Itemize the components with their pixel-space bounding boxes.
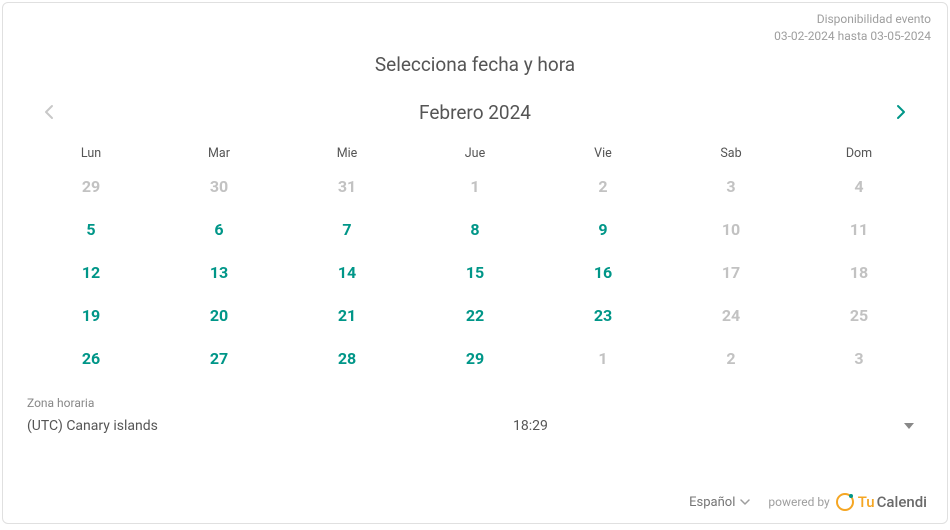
event-availability-range: 03-02-2024 hasta 03-05-2024 [774,28,931,45]
weekday-header: Mar [155,146,283,161]
date-available[interactable]: 23 [539,302,667,329]
brand-text-tu: Tu [858,493,875,511]
date-unavailable: 17 [667,259,795,286]
language-label: Español [689,495,735,510]
timezone-selector[interactable]: (UTC) Canary islands 18:29 [27,418,923,434]
date-available[interactable]: 21 [283,302,411,329]
brand-logo[interactable]: TuCalendi [836,493,927,511]
timezone-name: (UTC) Canary islands [27,418,158,434]
next-month-button[interactable] [887,98,915,126]
date-available[interactable]: 19 [27,302,155,329]
weekday-header: Mie [283,146,411,161]
brand-text-cal: Calendi [877,493,927,511]
date-unavailable: 3 [667,173,795,200]
date-available[interactable]: 13 [155,259,283,286]
date-available[interactable]: 12 [27,259,155,286]
timezone-time: 18:29 [158,418,903,434]
date-unavailable: 30 [155,173,283,200]
page-title: Selecciona fecha y hora [27,53,923,76]
chevron-right-icon [896,104,906,120]
weekday-header: Vie [539,146,667,161]
date-grid: 2930311234567891011121314151617181920212… [27,173,923,372]
date-available[interactable]: 7 [283,216,411,243]
timezone-label: Zona horaria [27,396,923,410]
date-unavailable: 1 [411,173,539,200]
weekday-header: Sab [667,146,795,161]
date-unavailable: 25 [795,302,923,329]
month-navigation: Febrero 2024 [27,98,923,126]
date-available[interactable]: 27 [155,345,283,372]
prev-month-button[interactable] [35,98,63,126]
date-unavailable: 24 [667,302,795,329]
date-unavailable: 18 [795,259,923,286]
chevron-down-icon [740,499,750,505]
date-available[interactable]: 29 [411,345,539,372]
date-unavailable: 2 [539,173,667,200]
chevron-left-icon [44,104,54,120]
date-available[interactable]: 20 [155,302,283,329]
date-unavailable: 1 [539,345,667,372]
timezone-section: Zona horaria (UTC) Canary islands 18:29 [27,396,923,434]
date-available[interactable]: 14 [283,259,411,286]
month-title: Febrero 2024 [419,101,531,124]
date-available[interactable]: 6 [155,216,283,243]
language-selector[interactable]: Español [689,495,750,510]
weekday-header: Jue [411,146,539,161]
date-unavailable: 3 [795,345,923,372]
weekday-header: Lun [27,146,155,161]
powered-by-label: powered by [768,495,829,509]
date-unavailable: 11 [795,216,923,243]
date-available[interactable]: 16 [539,259,667,286]
date-available[interactable]: 26 [27,345,155,372]
dropdown-arrow-icon [903,420,915,432]
weekday-header: Dom [795,146,923,161]
brand-icon [836,493,854,511]
date-unavailable: 31 [283,173,411,200]
date-unavailable: 29 [27,173,155,200]
date-unavailable: 4 [795,173,923,200]
event-availability-label: Disponibilidad evento [774,11,931,28]
event-availability: Disponibilidad evento 03-02-2024 hasta 0… [774,11,931,45]
weekday-header-row: LunMarMieJueVieSabDom [27,146,923,161]
date-available[interactable]: 22 [411,302,539,329]
date-available[interactable]: 28 [283,345,411,372]
date-available[interactable]: 8 [411,216,539,243]
date-available[interactable]: 9 [539,216,667,243]
date-unavailable: 2 [667,345,795,372]
footer: Español powered by TuCalendi [689,493,927,511]
date-available[interactable]: 15 [411,259,539,286]
date-available[interactable]: 5 [27,216,155,243]
date-unavailable: 10 [667,216,795,243]
